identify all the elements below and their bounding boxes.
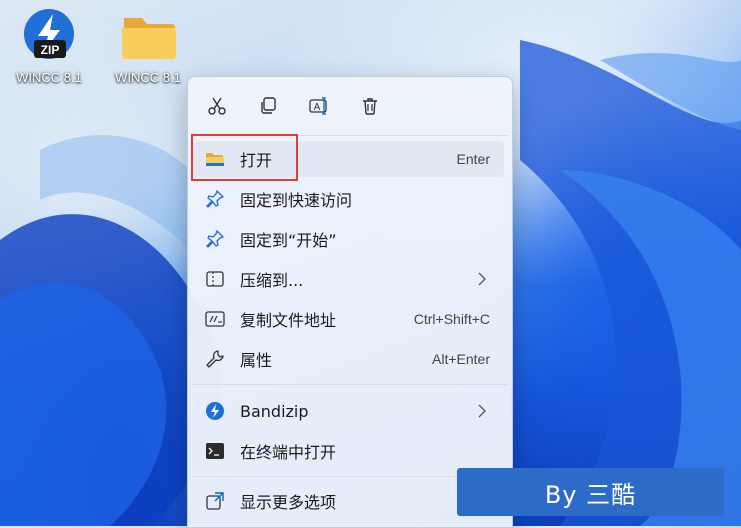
wrench-icon: [204, 348, 226, 370]
menu-item-label: 固定到“开始”: [240, 231, 337, 250]
menu-item-compress-to[interactable]: 压缩到...: [192, 261, 504, 297]
rename-icon: A: [309, 97, 327, 115]
bandizip-icon: [204, 400, 226, 422]
menu-item-label: 压缩到...: [240, 271, 304, 290]
pin-icon: [204, 228, 226, 250]
zip-archive-icon: ZIP: [24, 9, 74, 59]
scissors-icon: [208, 97, 226, 115]
desktop-icon-label: WINCC 8.1: [115, 70, 181, 85]
delete-button[interactable]: [351, 87, 389, 125]
shortcut-text: Alt+Enter: [432, 351, 490, 367]
open-item-highlight-box: [191, 134, 298, 181]
menu-item-bandizip[interactable]: Bandizip: [192, 393, 504, 429]
menu-item-label: 属性: [240, 351, 273, 370]
watermark-text: By 三酷: [544, 480, 637, 509]
menu-item-copy-path[interactable]: 复制文件地址 Ctrl+Shift+C: [192, 301, 504, 337]
shortcut-text: Ctrl+Shift+C: [413, 311, 490, 327]
rename-button[interactable]: A: [300, 87, 338, 125]
terminal-icon: [204, 440, 226, 462]
pin-icon: [204, 188, 226, 210]
menu-item-label: 在终端中打开: [240, 443, 337, 462]
chevron-right-icon: [478, 404, 486, 418]
shortcut-text: Enter: [456, 151, 490, 167]
author-watermark: By 三酷: [457, 468, 724, 516]
menu-item-open-in-terminal[interactable]: 在终端中打开: [192, 433, 504, 469]
menu-item-label: Bandizip: [240, 401, 309, 421]
menu-item-label: 固定到快速访问: [240, 191, 353, 210]
copy-button[interactable]: [249, 87, 287, 125]
folder-icon: [122, 18, 176, 59]
menu-item-properties[interactable]: 属性 Alt+Enter: [192, 341, 504, 377]
path-icon: [204, 308, 226, 330]
menu-item-pin-quick-access[interactable]: 固定到快速访问: [192, 181, 504, 217]
desktop-icon-zip[interactable]: ZIP WINCC 8.1: [5, 8, 93, 85]
desktop-icon-folder[interactable]: WINCC 8.1: [104, 8, 192, 85]
menu-item-pin-start[interactable]: 固定到“开始”: [192, 221, 504, 257]
desktop-icon-label: WINCC 8.1: [16, 70, 82, 85]
svg-text:A: A: [314, 102, 321, 113]
compress-icon: [204, 268, 226, 290]
menu-item-label: 显示更多选项: [240, 493, 337, 512]
more-options-icon: [204, 490, 226, 512]
zip-badge-text: ZIP: [41, 43, 60, 57]
context-menu-toolbar: A: [188, 77, 512, 135]
cut-button[interactable]: [198, 87, 236, 125]
trash-icon: [363, 98, 377, 115]
menu-item-label: 复制文件地址: [240, 311, 337, 330]
chevron-right-icon: [478, 272, 486, 286]
copy-icon: [261, 97, 276, 114]
menu-separator: [192, 384, 508, 385]
